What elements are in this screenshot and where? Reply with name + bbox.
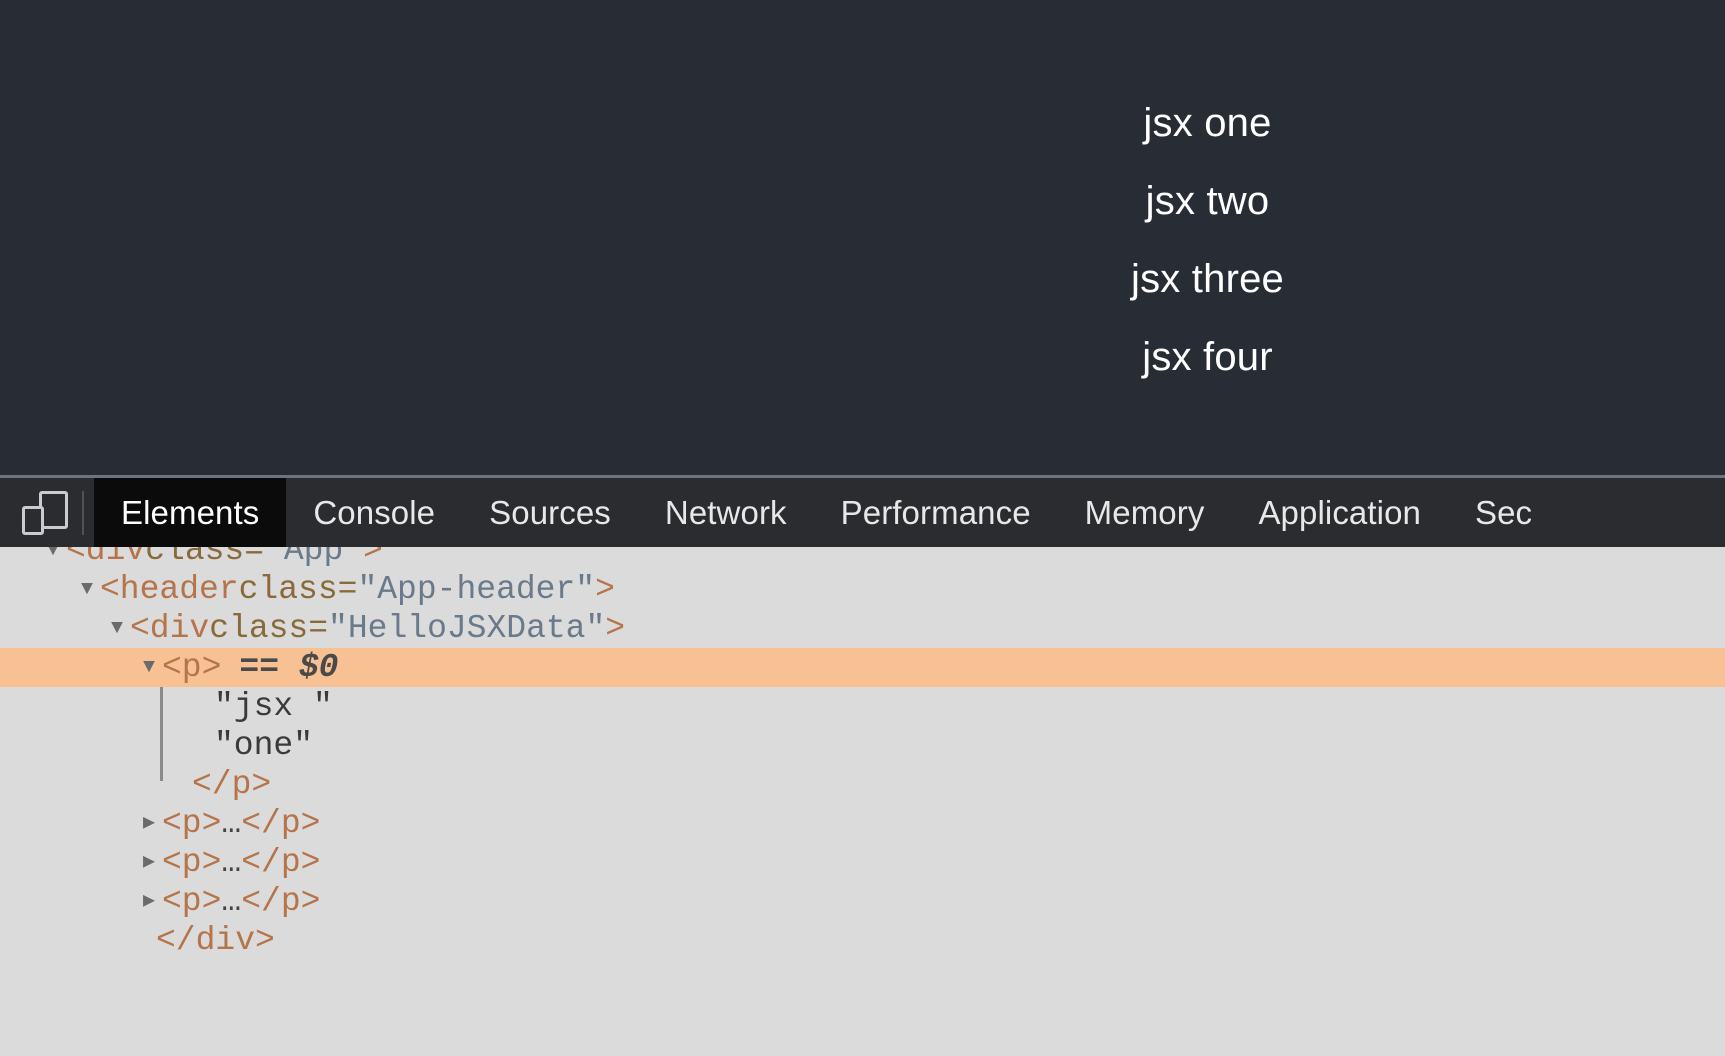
chevron-right-icon[interactable]	[136, 804, 162, 843]
dom-row-div-hellojsxdata[interactable]: <div class= "HelloJSXData" >	[0, 609, 1725, 648]
dom-tag-close: </p>	[241, 805, 321, 842]
chevron-right-icon[interactable]	[136, 843, 162, 882]
device-toolbar-icon[interactable]	[22, 490, 68, 535]
jsx-paragraph-two: jsx two	[1145, 179, 1270, 223]
dom-attr-value: "App"	[264, 547, 364, 569]
dom-tag-open: <div	[130, 610, 210, 647]
chevron-down-icon[interactable]	[104, 609, 130, 648]
selected-node-reference: == $0	[239, 649, 339, 686]
dom-attr-name: class=	[209, 610, 329, 647]
app-viewport: jsx one jsx two jsx three jsx four	[0, 0, 1725, 475]
dom-row-p-close[interactable]: </p>	[0, 765, 1725, 804]
app-header: jsx one jsx two jsx three jsx four	[0, 0, 1725, 475]
dom-tag-open: <p>	[162, 883, 222, 920]
tab-network[interactable]: Network	[638, 478, 814, 547]
devtools-screen: jsx one jsx two jsx three jsx four Eleme…	[0, 0, 1725, 1056]
dom-tag-open: <p>	[162, 649, 222, 686]
dom-row-p-collapsed-4[interactable]: <p> … </p>	[0, 882, 1725, 921]
dom-row-text-one[interactable]: "one"	[0, 726, 1725, 765]
devtools-panel: Elements Console Sources Network Perform…	[0, 475, 1725, 1056]
dom-attr-name: class=	[238, 571, 358, 608]
chevron-down-icon[interactable]	[136, 648, 162, 687]
dom-attr-value: "HelloJSXData"	[328, 610, 606, 647]
dom-tag-open: <p>	[162, 805, 222, 842]
jsx-paragraph-three: jsx three	[1131, 257, 1284, 301]
dom-tag-open: <div	[66, 547, 146, 569]
tab-security[interactable]: Sec	[1448, 478, 1559, 547]
dom-tag-close: </div>	[156, 922, 275, 959]
tab-sources[interactable]: Sources	[462, 478, 638, 547]
dom-tree: <div class= "App" > <header class= "App-…	[0, 547, 1725, 1056]
devtools-toolbar-left	[0, 478, 94, 547]
dom-row-p-selected[interactable]: <p> == $0	[0, 648, 1725, 687]
dom-row-div-close[interactable]: </div>	[0, 921, 1725, 960]
jsx-paragraph-four: jsx four	[1142, 335, 1273, 379]
dom-tag-close: </p>	[192, 766, 272, 803]
tab-console[interactable]: Console	[286, 478, 462, 547]
dom-text-node: "one"	[214, 727, 314, 764]
dom-row-p-collapsed-3[interactable]: <p> … </p>	[0, 843, 1725, 882]
chevron-right-icon[interactable]	[136, 882, 162, 921]
tab-memory[interactable]: Memory	[1058, 478, 1232, 547]
dom-tag-open: <p>	[162, 844, 222, 881]
dom-row-header[interactable]: <header class= "App-header" >	[0, 570, 1725, 609]
dom-attr-value: "App-header"	[357, 571, 596, 608]
chevron-down-icon[interactable]	[40, 547, 66, 570]
tab-performance[interactable]: Performance	[814, 478, 1058, 547]
dom-ellipsis: …	[221, 883, 242, 920]
jsx-paragraph-one: jsx one	[1143, 101, 1272, 145]
dom-tag-open: <header	[100, 571, 239, 608]
toolbar-divider	[82, 490, 84, 535]
tab-elements[interactable]: Elements	[94, 478, 287, 547]
dom-row-p-collapsed-2[interactable]: <p> … </p>	[0, 804, 1725, 843]
devtools-toolbar: Elements Console Sources Network Perform…	[0, 475, 1725, 547]
dom-tag-close: </p>	[241, 844, 321, 881]
phone-outline-shape	[22, 505, 44, 535]
dom-tag-bracket: >	[605, 610, 626, 647]
dom-text-node: "jsx "	[214, 688, 333, 725]
dom-tag-close: </p>	[241, 883, 321, 920]
dom-ellipsis: …	[221, 805, 242, 842]
tab-application[interactable]: Application	[1231, 478, 1448, 547]
dom-ellipsis: …	[221, 844, 242, 881]
devtools-tab-list: Elements Console Sources Network Perform…	[94, 478, 1725, 547]
dom-tag-bracket: >	[595, 571, 615, 608]
dom-tag-bracket: >	[363, 547, 383, 569]
dom-row-text-jsx[interactable]: "jsx "	[0, 687, 1725, 726]
dom-row-div-app[interactable]: <div class= "App" >	[0, 547, 1725, 570]
dom-attr-name: class=	[145, 547, 265, 569]
chevron-down-icon[interactable]	[74, 570, 100, 609]
hello-jsx-data-list: jsx one jsx two jsx three jsx four	[1131, 84, 1284, 396]
